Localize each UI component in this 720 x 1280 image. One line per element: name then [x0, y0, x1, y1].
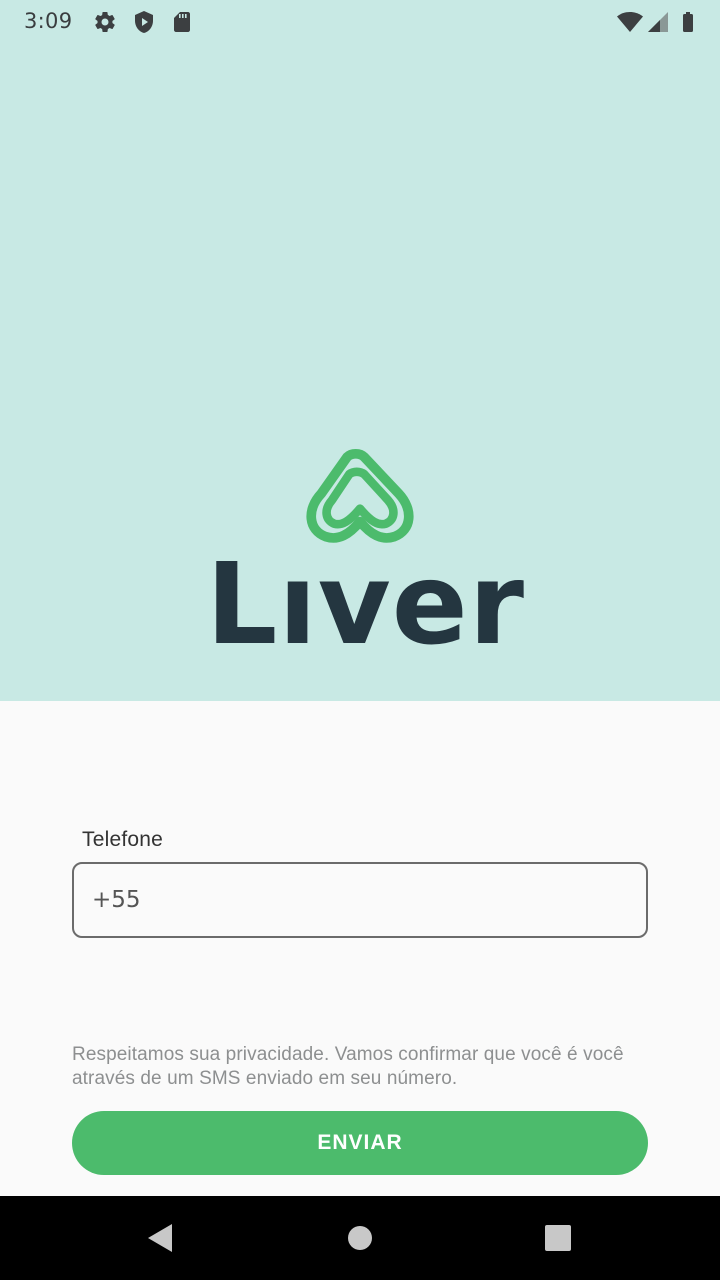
back-triangle-icon[interactable] [140, 1218, 180, 1258]
brand-wordmark: Lıver [206, 540, 525, 670]
battery-icon [683, 12, 693, 32]
hero-banner: 3:09 Lıver [0, 0, 720, 701]
privacy-note: Respeitamos sua privacidade. Vamos confi… [72, 1044, 624, 1089]
status-bar: 3:09 [0, 0, 720, 44]
send-button[interactable]: ENVIAR [72, 1111, 648, 1175]
sd-card-icon [174, 12, 190, 32]
settings-gear-icon [95, 12, 115, 33]
navigation-bar [0, 1196, 720, 1280]
shield-play-icon [135, 11, 153, 33]
recents-square-icon[interactable] [538, 1218, 578, 1258]
status-time: 3:09 [24, 9, 73, 33]
home-circle-icon[interactable] [340, 1218, 380, 1258]
cellular-signal-icon [648, 12, 668, 32]
wifi-icon [617, 12, 643, 32]
phone-input[interactable] [72, 862, 648, 938]
login-screen: 3:09 Lıver Telefone +55 Respeitamos sua … [0, 0, 720, 1280]
phone-label: Telefone [82, 828, 163, 851]
